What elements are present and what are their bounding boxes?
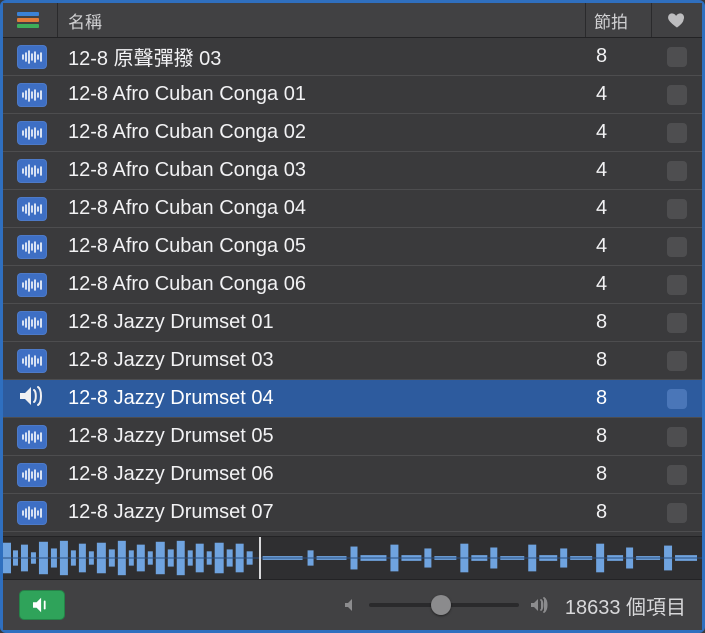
favorite-checkbox[interactable] <box>667 199 687 219</box>
loop-name: 12-8 Afro Cuban Conga 06 <box>58 273 586 296</box>
table-row[interactable]: 12-8 Afro Cuban Conga 014 <box>3 76 702 114</box>
waveform-preview[interactable] <box>3 536 702 580</box>
loop-name: 12-8 Afro Cuban Conga 04 <box>58 197 586 220</box>
loop-beats: 8 <box>586 387 652 410</box>
volume-low-icon <box>343 597 359 613</box>
favorite-checkbox[interactable] <box>667 465 687 485</box>
column-header-row: 名稱 節拍 <box>3 3 702 38</box>
favorite-checkbox[interactable] <box>667 275 687 295</box>
loop-beats: 8 <box>586 463 652 486</box>
heart-icon <box>667 10 687 30</box>
column-header-beats[interactable]: 節拍 <box>586 3 652 37</box>
column-header-favorite[interactable] <box>652 3 702 37</box>
loop-beats: 8 <box>586 311 652 334</box>
loop-beats: 8 <box>586 45 652 68</box>
table-row[interactable]: 12-8 Jazzy Drumset 058 <box>3 418 702 456</box>
loop-name: 12-8 Afro Cuban Conga 01 <box>58 83 586 106</box>
table-row[interactable]: 12-8 Jazzy Drumset 038 <box>3 342 702 380</box>
favorite-checkbox[interactable] <box>667 123 687 143</box>
table-row[interactable]: 12-8 Jazzy Drumset 048 <box>3 380 702 418</box>
loop-name: 12-8 Jazzy Drumset 06 <box>58 463 586 486</box>
favorite-checkbox[interactable] <box>667 47 687 67</box>
volume-slider[interactable] <box>369 603 519 607</box>
favorite-checkbox[interactable] <box>667 313 687 333</box>
footer-bar: 18633 個項目 <box>3 580 702 630</box>
speaker-play-icon <box>31 596 53 614</box>
table-row[interactable]: 12-8 原聲彈撥 038 <box>3 38 702 76</box>
favorite-checkbox[interactable] <box>667 503 687 523</box>
loop-beats: 4 <box>586 235 652 258</box>
table-row[interactable]: 12-8 Afro Cuban Conga 034 <box>3 152 702 190</box>
audio-loop-icon <box>17 121 47 145</box>
waveform-icon <box>3 537 702 579</box>
audio-loop-icon <box>17 311 47 335</box>
playhead[interactable] <box>259 537 261 579</box>
loop-name: 12-8 Jazzy Drumset 07 <box>58 501 586 524</box>
loop-beats: 4 <box>586 197 652 220</box>
view-mode-button[interactable] <box>3 3 58 37</box>
column-header-name[interactable]: 名稱 <box>58 3 586 37</box>
favorite-checkbox[interactable] <box>667 389 687 409</box>
loop-beats: 4 <box>586 83 652 106</box>
loop-list[interactable]: 12-8 原聲彈撥 03812-8 Afro Cuban Conga 01412… <box>3 38 702 536</box>
volume-thumb[interactable] <box>431 595 451 615</box>
now-playing-icon <box>17 385 45 413</box>
loop-name: 12-8 原聲彈撥 03 <box>58 42 586 71</box>
favorite-checkbox[interactable] <box>667 85 687 105</box>
table-row[interactable]: 12-8 Afro Cuban Conga 024 <box>3 114 702 152</box>
audio-loop-icon <box>17 349 47 373</box>
volume-high-icon <box>529 597 551 613</box>
table-row[interactable]: 12-8 Jazzy Drumset 078 <box>3 494 702 532</box>
item-count: 18633 個項目 <box>565 591 686 620</box>
loop-name: 12-8 Jazzy Drumset 05 <box>58 425 586 448</box>
loop-beats: 4 <box>586 273 652 296</box>
table-row[interactable]: 12-8 Jazzy Drumset 018 <box>3 304 702 342</box>
loop-name: 12-8 Jazzy Drumset 03 <box>58 349 586 372</box>
table-row[interactable]: 12-8 Jazzy Drumset 068 <box>3 456 702 494</box>
audio-loop-icon <box>17 273 47 297</box>
audio-loop-icon <box>17 197 47 221</box>
loop-beats: 8 <box>586 349 652 372</box>
loop-beats: 4 <box>586 121 652 144</box>
loop-name: 12-8 Afro Cuban Conga 05 <box>58 235 586 258</box>
table-row[interactable]: 12-8 Afro Cuban Conga 044 <box>3 190 702 228</box>
loop-name: 12-8 Afro Cuban Conga 02 <box>58 121 586 144</box>
loop-beats: 8 <box>586 425 652 448</box>
audio-loop-icon <box>17 425 47 449</box>
audio-loop-icon <box>17 463 47 487</box>
favorite-checkbox[interactable] <box>667 237 687 257</box>
table-row[interactable]: 12-8 Afro Cuban Conga 054 <box>3 228 702 266</box>
loop-name: 12-8 Jazzy Drumset 01 <box>58 311 586 334</box>
list-view-icon <box>17 12 39 28</box>
loop-name: 12-8 Jazzy Drumset 04 <box>58 387 586 410</box>
play-button[interactable] <box>19 590 65 620</box>
loop-name: 12-8 Afro Cuban Conga 03 <box>58 159 586 182</box>
audio-loop-icon <box>17 159 47 183</box>
table-row[interactable]: 12-8 Afro Cuban Conga 064 <box>3 266 702 304</box>
volume-control <box>343 597 551 613</box>
audio-loop-icon <box>17 501 47 525</box>
favorite-checkbox[interactable] <box>667 351 687 371</box>
audio-loop-icon <box>17 83 47 107</box>
audio-loop-icon <box>17 45 47 69</box>
audio-loop-icon <box>17 235 47 259</box>
favorite-checkbox[interactable] <box>667 427 687 447</box>
loop-beats: 4 <box>586 159 652 182</box>
loop-beats: 8 <box>586 501 652 524</box>
favorite-checkbox[interactable] <box>667 161 687 181</box>
